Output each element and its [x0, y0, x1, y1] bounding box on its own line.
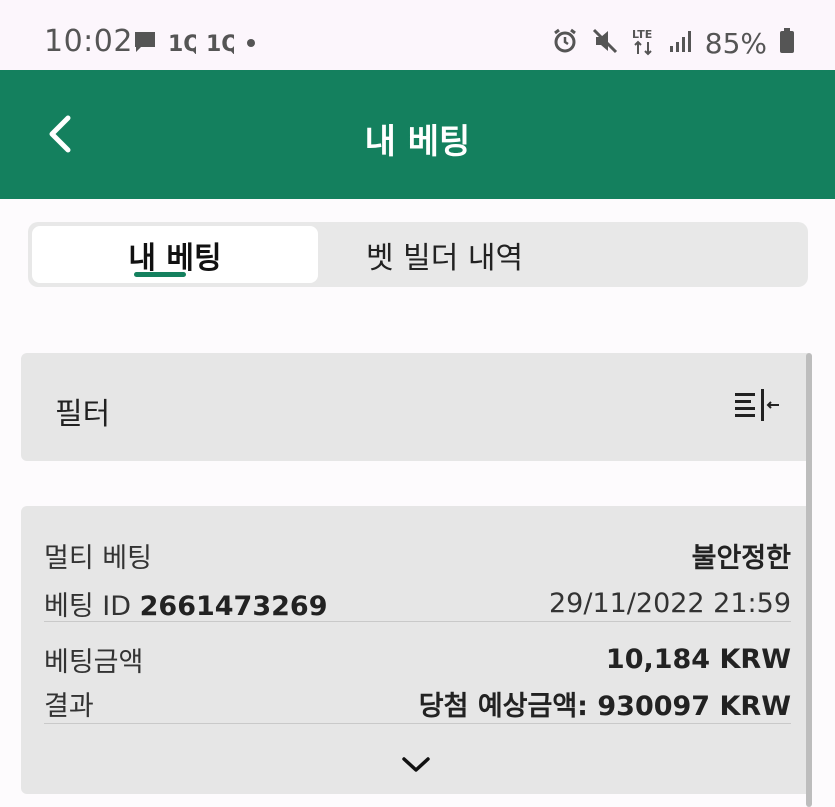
chevron-down-icon — [402, 757, 430, 772]
bet-id-value: 2661473269 — [139, 591, 328, 622]
active-tab-indicator — [134, 272, 186, 277]
bet-id-label: 베팅 ID — [44, 591, 132, 622]
bet-card: 멀티 베팅 불안정한 베팅 ID 2661473269 29/11/2022 2… — [21, 506, 812, 794]
tab-bet-builder-history[interactable]: 벳 빌더 내역 — [318, 226, 804, 283]
bet-type-row: 멀티 베팅 불안정한 — [44, 536, 791, 575]
tab-bar: 내 베팅 벳 빌더 내역 — [28, 222, 808, 287]
dot-icon — [244, 35, 258, 54]
result-label: 결과 — [44, 691, 94, 722]
bet-id-row: 베팅 ID 2661473269 29/11/2022 21:59 — [44, 584, 791, 623]
result-value: 당첨 예상금액: 930097 KRW — [418, 691, 791, 722]
bet-type: 멀티 베팅 — [44, 543, 152, 574]
filter-collapse-icon[interactable] — [733, 387, 781, 431]
1q-icon: 1Q — [168, 30, 202, 58]
svg-text:LTE: LTE — [632, 28, 652, 41]
stake-label: 베팅금액 — [44, 647, 144, 678]
page-title: 내 베팅 — [364, 122, 471, 162]
stake-value: 10,184 KRW — [605, 644, 791, 675]
battery-icon — [779, 28, 795, 58]
result-row: 결과 당첨 예상금액: 930097 KRW — [44, 684, 791, 723]
signal-icon — [669, 29, 693, 57]
divider — [44, 621, 791, 622]
chat-icon — [132, 29, 158, 59]
tab-my-bets-label: 내 베팅 — [128, 240, 222, 276]
svg-text:1Q: 1Q — [206, 32, 234, 54]
filter-bar[interactable]: 필터 — [21, 353, 812, 461]
bet-datetime: 29/11/2022 21:59 — [548, 588, 791, 619]
bet-status: 불안정한 — [691, 543, 791, 574]
divider — [44, 723, 791, 724]
scrollbar[interactable] — [806, 353, 812, 807]
filter-label: 필터 — [55, 397, 111, 432]
tab-my-bets[interactable]: 내 베팅 — [32, 226, 318, 283]
tab-bet-builder-history-label: 벳 빌더 내역 — [366, 240, 524, 276]
lte-icon: LTE — [631, 26, 657, 60]
notification-icons: 1Q 1Q — [132, 30, 258, 58]
mute-icon — [591, 27, 619, 59]
system-icons: LTE 85% — [551, 26, 795, 60]
status-bar: 10:02 1Q 1Q LTE 85% — [0, 0, 835, 70]
status-time: 10:02 — [44, 24, 133, 59]
expand-button[interactable] — [396, 751, 436, 779]
1q-icon: 1Q — [206, 30, 240, 58]
battery-percent: 85% — [704, 26, 767, 60]
app-bar: 내 베팅 — [0, 70, 835, 199]
stake-row: 베팅금액 10,184 KRW — [44, 640, 791, 679]
alarm-icon — [551, 27, 579, 59]
bet-id-group: 베팅 ID 2661473269 — [44, 584, 328, 623]
svg-text:1Q: 1Q — [168, 32, 196, 54]
